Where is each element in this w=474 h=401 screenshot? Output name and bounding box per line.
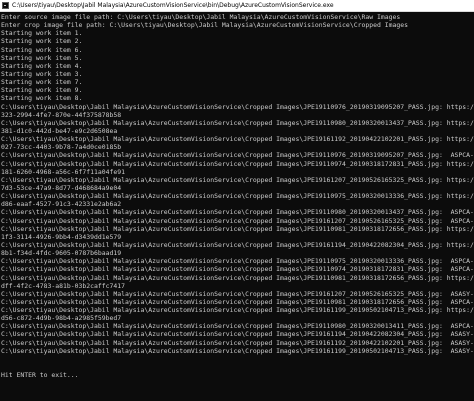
console-line: 181-6260-4968-a56c-6f7f11a04fe91 [1,167,126,176]
console-line: C:\Users\tiyau\Desktop\Jabil Malaysia\Az… [1,159,474,168]
console-line: C:\Users\tiyau\Desktop\Jabil Malaysia\Az… [1,135,474,144]
console-line: C:\Users\tiyau\Desktop\Jabil Malaysia\Az… [1,338,474,347]
console-line: Starting work item 5. [1,53,83,62]
console-line: C:\Users\tiyau\Desktop\Jabil Malaysia\Az… [1,224,474,233]
console-prompt: Hit ENTER to exit... [1,371,79,380]
console-line: C:\Users\tiyau\Desktop\Jabil Malaysia\Az… [1,273,474,282]
console-line: Starting work item 2. [1,37,83,46]
console-line: Starting work item 8. [1,94,83,103]
console-window: C:\Users\tiyau\Desktop\Jabil Malaysia\Az… [0,0,474,401]
console-line: C:\Users\tiyau\Desktop\Jabil Malaysia\Az… [1,265,474,274]
console-line: Starting work item 9. [1,86,83,95]
title-bar[interactable]: C:\Users\tiyau\Desktop\Jabil Malaysia\Az… [0,0,474,12]
console-line: Starting work item 4. [1,61,83,70]
console-line: C:\Users\tiyau\Desktop\Jabil Malaysia\Az… [1,257,474,266]
console-line: C:\Users\tiyau\Desktop\Jabil Malaysia\Az… [1,192,474,201]
console-line: 381-d1c0-442d-be47-e9c2d6508ea [1,126,118,135]
console-line: C:\Users\tiyau\Desktop\Jabil Malaysia\Az… [1,175,474,184]
console-line: Starting work item 6. [1,45,83,54]
console-line: C:\Users\tiyau\Desktop\Jabil Malaysia\Az… [1,208,474,217]
console-line: 8b1-f34d-4fdc-9605-0787b6baad19 [1,249,122,258]
console-line: 027-73cc-4403-9b78-7a4d0ce0185b [1,143,122,152]
console-line: d56-c872-4d9b-98b4-a2985f59bed7 [1,314,122,323]
console-line: 7d3-53ce-47a9-8d77-d468684a9e04 [1,183,122,192]
console-line: C:\Users\tiyau\Desktop\Jabil Malaysia\Az… [1,346,474,355]
console-line: Starting work item 7. [1,78,83,87]
console-line: C:\Users\tiyau\Desktop\Jabil Malaysia\Az… [1,118,474,127]
console-line: 1f3-3114-4926-9bb4-d3439dd1e579 [1,232,122,241]
console-line: C:\Users\tiyau\Desktop\Jabil Malaysia\Az… [1,306,474,315]
console-line: 323-2994-4fe7-870e-44f375878b58 [1,110,122,119]
console-line: Enter source image file path: C:\Users\t… [1,13,401,21]
console-line: Starting work item 3. [1,69,83,78]
console-line: C:\Users\tiyau\Desktop\Jabil Malaysia\Az… [1,151,474,160]
console-line: d86-eaaf-4527-91c3-42331e2ab6a2 [1,200,122,209]
console-output[interactable]: Enter source image file path: C:\Users\t… [0,12,474,401]
console-line: C:\Users\tiyau\Desktop\Jabil Malaysia\Az… [1,240,474,249]
console-line: C:\Users\tiyau\Desktop\Jabil Malaysia\Az… [1,216,474,225]
console-app-icon [2,2,9,9]
console-line: C:\Users\tiyau\Desktop\Jabil Malaysia\Az… [1,322,474,331]
console-line: Starting work item 1. [1,29,83,38]
console-line: Enter crop image file path: C:\Users\tiy… [1,21,408,30]
window-title: C:\Users\tiyau\Desktop\Jabil Malaysia\Az… [12,1,334,9]
console-line: C:\Users\tiyau\Desktop\Jabil Malaysia\Az… [1,297,474,306]
console-line: dff-4f2c-4783-a81b-03b2caffc7417 [1,281,126,290]
console-line: C:\Users\tiyau\Desktop\Jabil Malaysia\Az… [1,289,474,298]
console-line: C:\Users\tiyau\Desktop\Jabil Malaysia\Az… [1,102,474,111]
console-line: C:\Users\tiyau\Desktop\Jabil Malaysia\Az… [1,330,474,339]
